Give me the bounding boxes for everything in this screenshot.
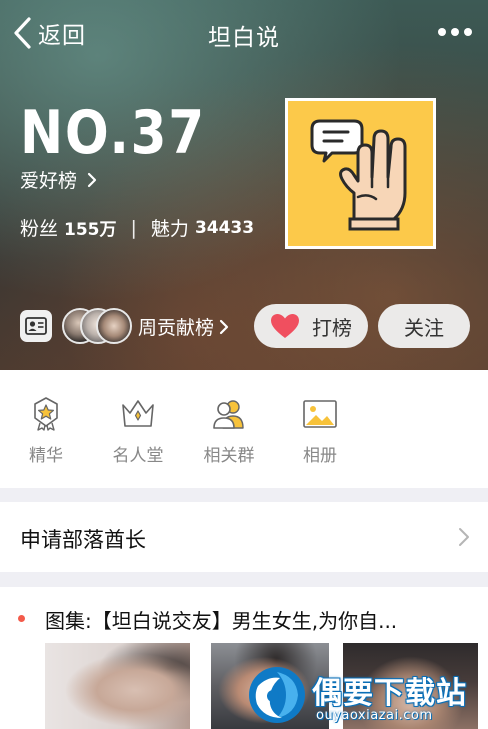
id-card-icon (25, 317, 47, 335)
group-icon (213, 400, 244, 429)
more-button[interactable] (438, 26, 472, 38)
post-image[interactable] (45, 643, 190, 729)
nav-bar: 返回 坦白说 (0, 0, 488, 64)
crown-icon (122, 400, 154, 427)
chevron-right-icon (87, 172, 97, 187)
photo-icon (303, 400, 337, 428)
weekly-contribution-link[interactable]: 周贡献榜 (138, 313, 230, 340)
follow-button[interactable]: 关注 (378, 304, 470, 348)
vote-button[interactable]: 打榜 (254, 304, 368, 348)
avatar (96, 308, 132, 344)
watermark-url: ouyaoxiazai.com (316, 708, 433, 723)
stats-row: 粉丝 155万 | 魅力 34433 (20, 214, 254, 241)
group-avatar[interactable] (285, 98, 436, 249)
fans-label: 粉丝 (20, 218, 59, 240)
unread-dot (18, 615, 25, 622)
chevron-right-icon (219, 319, 229, 334)
vote-label: 打榜 (312, 315, 352, 340)
charm-label: 魅力 (150, 218, 189, 240)
hand-speech-icon (310, 119, 407, 231)
feature-label: 相册 (303, 446, 337, 466)
feature-hall-of-fame[interactable]: 名人堂 (102, 396, 174, 466)
medal-icon (34, 397, 58, 431)
feature-essence[interactable]: 精华 (10, 396, 82, 466)
page-title: 坦白说 (208, 25, 280, 51)
fans-value: 155万 (64, 220, 117, 240)
watermark-name: 偶要下载站 (312, 676, 467, 711)
stats-separator: | (130, 216, 137, 239)
header-banner: 返回 坦白说 NO.37 爱好榜 粉丝 155万 | 魅力 34433 周贡献榜… (0, 0, 488, 370)
feature-related-groups[interactable]: 相关群 (193, 396, 265, 466)
site-watermark: 偶要下载站 ouyaoxiazai.com (246, 660, 486, 728)
apply-chief-row[interactable]: 申请部落酋长 (0, 502, 488, 572)
category-label: 爱好榜 (20, 170, 78, 192)
feature-album[interactable]: 相册 (284, 396, 356, 466)
feature-label: 相关群 (203, 446, 255, 466)
rank-number: NO.37 (20, 98, 206, 168)
watermark-logo-icon (249, 667, 305, 723)
apply-chief-label: 申请部落酋长 (20, 528, 146, 552)
post-title[interactable]: 图集:【坦白说交友】男生女生,为你自... (45, 605, 475, 634)
chevron-right-icon (459, 528, 469, 546)
category-link[interactable]: 爱好榜 (20, 166, 99, 193)
feature-bar: 精华 名人堂 相关群 相册 (0, 370, 488, 488)
heart-icon (271, 314, 299, 338)
member-card-button[interactable] (20, 310, 52, 342)
more-dots-icon (438, 28, 446, 36)
charm-value: 34433 (194, 217, 255, 238)
top-fans-avatars[interactable] (62, 308, 132, 344)
feature-label: 名人堂 (112, 446, 164, 466)
feature-label: 精华 (29, 446, 63, 466)
weekly-contribution-label: 周贡献榜 (138, 317, 215, 339)
